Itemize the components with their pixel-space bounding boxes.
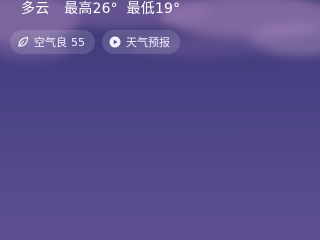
- air-quality-value: 55: [71, 35, 85, 49]
- high-temperature: 最高26°: [64, 1, 118, 17]
- weather-condition: 多云: [21, 1, 50, 17]
- weather-chips: 空气良 55 天气预报: [10, 30, 180, 54]
- low-temperature: 最低19°: [126, 1, 181, 17]
- air-quality-chip[interactable]: 空气良 55: [10, 30, 95, 54]
- leaf-icon: [17, 36, 29, 48]
- air-quality-label: 空气良: [34, 36, 67, 49]
- forecast-label: 天气预报: [126, 36, 170, 49]
- forecast-chip[interactable]: 天气预报: [102, 30, 180, 54]
- play-icon: [109, 36, 121, 48]
- weather-summary: 多云 最高26° 最低19°: [21, 0, 180, 20]
